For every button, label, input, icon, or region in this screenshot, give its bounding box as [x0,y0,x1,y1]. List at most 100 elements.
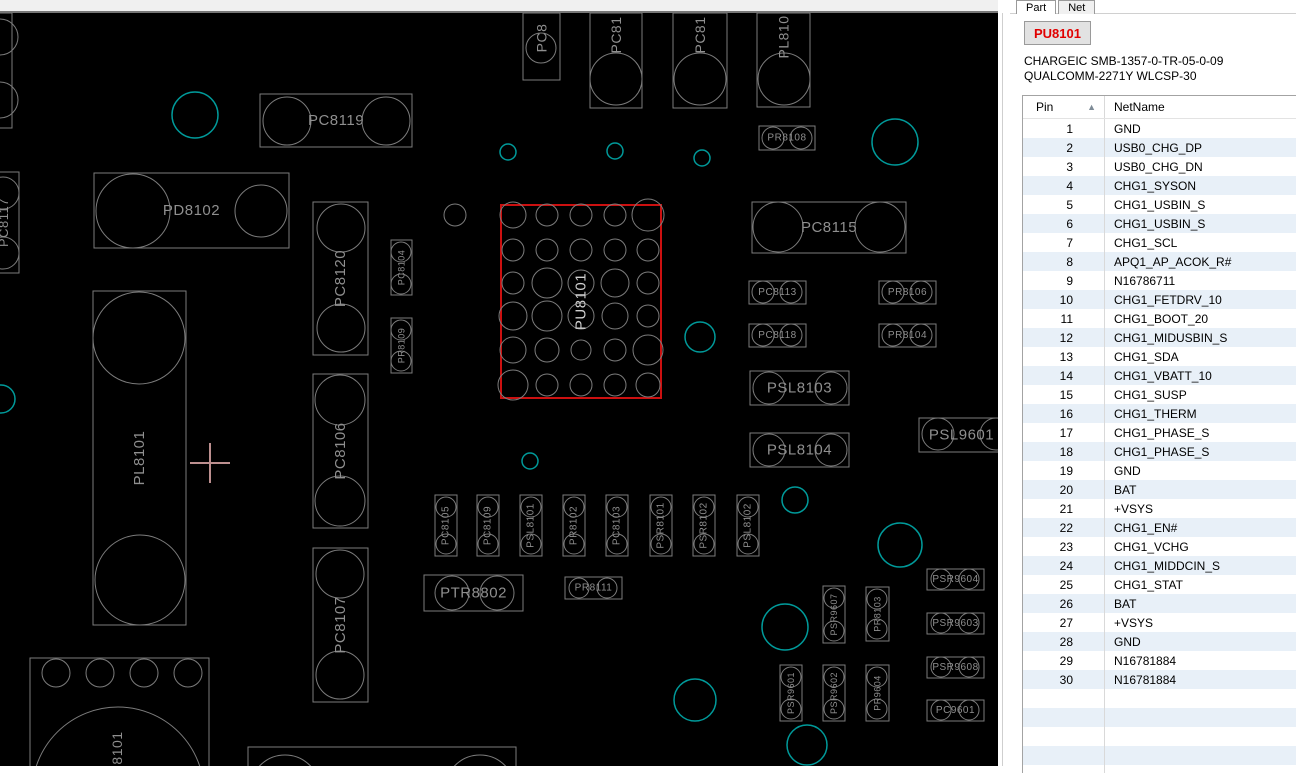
pin-number-cell[interactable]: 26 [1023,594,1105,613]
pin-number-cell[interactable]: 11 [1023,309,1105,328]
pin-number-cell[interactable]: 23 [1023,537,1105,556]
pin-number-cell[interactable]: 1 [1023,119,1105,138]
pin-row[interactable]: 7 CHG1_SCL [1023,233,1296,252]
pin-number-cell[interactable]: 24 [1023,556,1105,575]
pin-number-cell[interactable]: 27 [1023,613,1105,632]
pin-row[interactable]: 4 CHG1_SYSON [1023,176,1296,195]
pin-number-cell[interactable]: 29 [1023,651,1105,670]
pin-number-cell[interactable]: 13 [1023,347,1105,366]
pin-row[interactable]: 18 CHG1_PHASE_S [1023,442,1296,461]
pin-row[interactable]: 21 +VSYS [1023,499,1296,518]
netname-cell[interactable]: APQ1_AP_ACOK_R# [1105,255,1231,269]
pin-row[interactable]: 10 CHG1_FETDRV_10 [1023,290,1296,309]
pin-number-cell[interactable]: 30 [1023,670,1105,689]
netname-cell[interactable]: N16786711 [1105,274,1175,288]
netname-cell[interactable]: CHG1_FETDRV_10 [1105,293,1222,307]
netname-cell[interactable]: CHG1_VBATT_10 [1105,369,1212,383]
pin-row[interactable]: 30 N16781884 [1023,670,1296,689]
pin-number-cell[interactable]: 22 [1023,518,1105,537]
pin-number-cell[interactable]: 18 [1023,442,1105,461]
pin-row[interactable]: 8 APQ1_AP_ACOK_R# [1023,252,1296,271]
pin-number-cell[interactable]: 10 [1023,290,1105,309]
pin-row[interactable]: 13 CHG1_SDA [1023,347,1296,366]
pin-row[interactable]: 24 CHG1_MIDDCIN_S [1023,556,1296,575]
netname-cell[interactable]: CHG1_VCHG [1105,540,1189,554]
netname-cell[interactable]: BAT [1105,483,1136,497]
tab-part[interactable]: Part [1016,0,1057,14]
netname-cell[interactable]: CHG1_PHASE_S [1105,445,1209,459]
pin-number-cell[interactable]: 25 [1023,575,1105,594]
pin-number-cell[interactable]: 15 [1023,385,1105,404]
netname-cell[interactable]: GND [1105,635,1141,649]
netname-cell[interactable]: USB0_CHG_DN [1105,160,1203,174]
netname-cell[interactable]: +VSYS [1105,502,1153,516]
panel-splitter[interactable] [1002,13,1003,766]
pin-number-cell[interactable]: 2 [1023,138,1105,157]
pin-number-cell[interactable]: 17 [1023,423,1105,442]
pin-number-cell[interactable]: 5 [1023,195,1105,214]
netname-cell[interactable]: CHG1_STAT [1105,578,1183,592]
netname-cell[interactable]: N16781884 [1105,654,1176,668]
netname-cell[interactable]: CHG1_MIDDCIN_S [1105,559,1220,573]
pin-row[interactable]: 2 USB0_CHG_DP [1023,138,1296,157]
pin-row[interactable]: 17 CHG1_PHASE_S [1023,423,1296,442]
netname-cell[interactable]: CHG1_SDA [1105,350,1179,364]
netname-cell[interactable]: CHG1_MIDUSBIN_S [1105,331,1227,345]
tab-net[interactable]: Net [1058,0,1096,14]
pin-number-cell[interactable]: 9 [1023,271,1105,290]
netname-cell[interactable]: CHG1_SYSON [1105,179,1196,193]
netname-cell[interactable]: +VSYS [1105,616,1153,630]
pin-row[interactable]: 16 CHG1_THERM [1023,404,1296,423]
column-header-netname[interactable]: NetName [1105,100,1165,114]
pin-number-cell[interactable]: 6 [1023,214,1105,233]
pin-row[interactable]: 23 CHG1_VCHG [1023,537,1296,556]
netname-cell[interactable]: CHG1_BOOT_20 [1105,312,1208,326]
pin-row[interactable]: 20 BAT [1023,480,1296,499]
netname-cell[interactable]: CHG1_USBIN_S [1105,217,1205,231]
pin-number-cell[interactable]: 19 [1023,461,1105,480]
pin-row[interactable]: 25 CHG1_STAT [1023,575,1296,594]
netname-cell[interactable]: GND [1105,122,1141,136]
pin-row[interactable]: 3 USB0_CHG_DN [1023,157,1296,176]
pin-number-cell[interactable]: 14 [1023,366,1105,385]
pin-row[interactable]: 28 GND [1023,632,1296,651]
pin-row[interactable]: 1 GND [1023,119,1296,138]
netname-cell[interactable]: BAT [1105,597,1136,611]
pin-number-cell[interactable]: 20 [1023,480,1105,499]
pin-number-cell[interactable]: 7 [1023,233,1105,252]
pin-number-cell[interactable]: 3 [1023,157,1105,176]
pin-row[interactable]: 9 N16786711 [1023,271,1296,290]
window-top-strip [0,0,998,13]
netname-cell[interactable]: N16781884 [1105,673,1176,687]
netname-cell[interactable]: CHG1_SCL [1105,236,1177,250]
netname-cell[interactable]: CHG1_USBIN_S [1105,198,1205,212]
pin-row[interactable]: 19 GND [1023,461,1296,480]
netname-cell[interactable]: CHG1_SUSP [1105,388,1187,402]
pin-number-cell[interactable]: 4 [1023,176,1105,195]
pin-number-cell[interactable]: 21 [1023,499,1105,518]
netname-cell[interactable]: GND [1105,464,1141,478]
column-header-pin[interactable]: Pin ▲ [1023,96,1105,118]
netname-cell[interactable]: CHG1_PHASE_S [1105,426,1209,440]
pin-row[interactable]: 26 BAT [1023,594,1296,613]
pin-number-cell[interactable]: 12 [1023,328,1105,347]
pin-row[interactable]: 15 CHG1_SUSP [1023,385,1296,404]
pin-number-cell[interactable]: 28 [1023,632,1105,651]
board-view[interactable]: PC8117 PD8102 PC8119 PC8 PC81 PC81 PL810 PR8108… [0,12,1013,773]
selected-part-button[interactable]: PU8101 [1024,21,1091,45]
pin-row[interactable]: 12 CHG1_MIDUSBIN_S [1023,328,1296,347]
pin-row[interactable]: 5 CHG1_USBIN_S [1023,195,1296,214]
component-label: PSR9603 [932,618,978,629]
netname-cell[interactable]: USB0_CHG_DP [1105,141,1202,155]
pin-row[interactable]: 27 +VSYS [1023,613,1296,632]
netname-cell[interactable]: CHG1_THERM [1105,407,1197,421]
pin-row[interactable]: 14 CHG1_VBATT_10 [1023,366,1296,385]
netname-cell[interactable]: CHG1_EN# [1105,521,1177,535]
pin-number-cell[interactable]: 16 [1023,404,1105,423]
board-canvas[interactable]: PC8117 PD8102 PC8119 PC8 PC81 PC81 PL810 PR8108… [0,12,1013,773]
pin-number-cell[interactable]: 8 [1023,252,1105,271]
pin-row[interactable]: 22 CHG1_EN# [1023,518,1296,537]
pin-row[interactable]: 29 N16781884 [1023,651,1296,670]
pin-row[interactable]: 6 CHG1_USBIN_S [1023,214,1296,233]
pin-row[interactable]: 11 CHG1_BOOT_20 [1023,309,1296,328]
